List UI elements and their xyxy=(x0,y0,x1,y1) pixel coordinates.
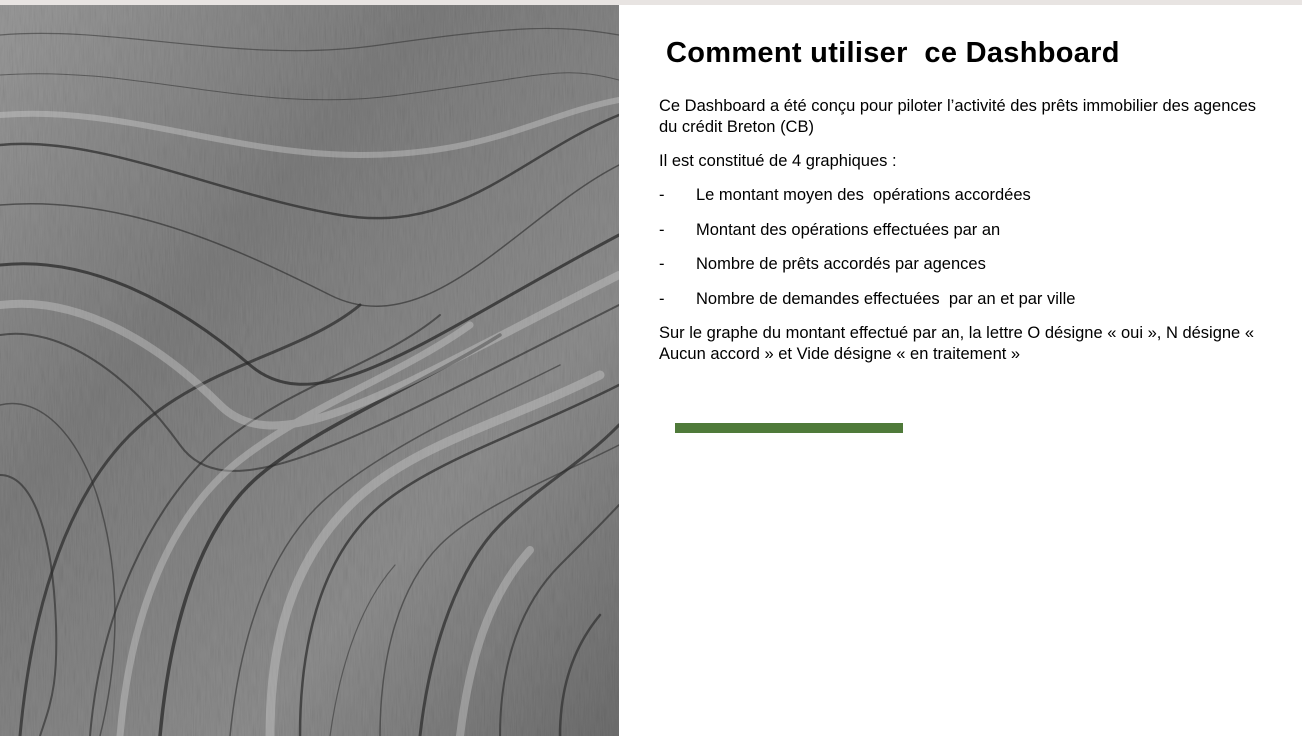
bullet-item: - Montant des opérations effectuées par … xyxy=(659,220,1259,241)
bullet-marker: - xyxy=(659,186,665,204)
lead-paragraph: Il est constitué de 4 graphiques : xyxy=(659,152,897,170)
description-text: Ce Dashboard a été conçu pour piloter l’… xyxy=(659,96,1259,378)
bullet-text: Nombre de demandes effectuées par an et … xyxy=(696,289,1076,308)
bullet-item: - Nombre de demandes effectuées par an e… xyxy=(659,289,1259,310)
bullet-text: Montant des opérations effectuées par an xyxy=(696,220,1001,239)
wood-texture-image xyxy=(0,5,619,736)
page-title: Comment utiliser ce Dashboard xyxy=(666,37,1120,69)
bullet-marker: - xyxy=(659,289,665,308)
bullet-item: - Nombre de prêts accordés par agences xyxy=(659,254,1259,275)
note-paragraph: Sur le graphe du montant effectué par an… xyxy=(659,324,1258,363)
content-panel: Comment utiliser ce Dashboard Ce Dashboa… xyxy=(619,5,1302,736)
intro-paragraph: Ce Dashboard a été conçu pour piloter l’… xyxy=(659,97,1261,136)
bullet-marker: - xyxy=(659,255,665,273)
bullet-item: - Le montant moyen des opérations accord… xyxy=(659,185,1259,206)
bullet-text: Nombre de prêts accordés par agences xyxy=(696,255,986,273)
bullet-marker: - xyxy=(659,220,665,239)
accent-bar xyxy=(675,423,903,433)
bullet-text: Le montant moyen des opérations accordée… xyxy=(696,186,1031,204)
